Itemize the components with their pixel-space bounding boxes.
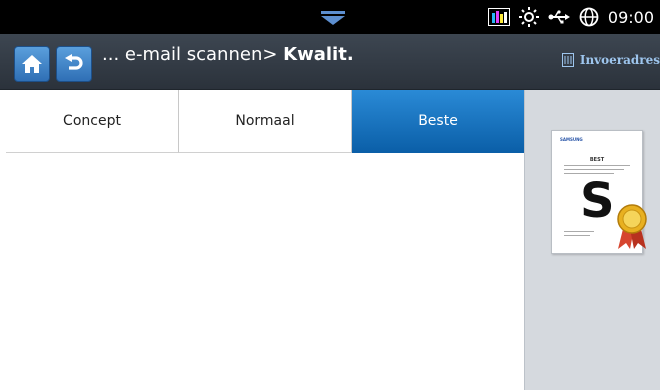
document-preview: SAMSUNG BEST S [551, 130, 647, 254]
address-book-label: Invoeradres [579, 53, 660, 67]
option-concept[interactable]: Concept [6, 90, 179, 153]
preview-letter: S [580, 173, 615, 229]
option-beste[interactable]: Beste [352, 90, 524, 153]
brightness-icon [518, 7, 539, 27]
back-button[interactable] [56, 46, 92, 82]
address-book-button[interactable]: Invoeradres [561, 53, 660, 67]
pull-down-handle-icon[interactable] [320, 10, 346, 26]
toner-level-icon [487, 8, 510, 26]
network-globe-icon [579, 7, 599, 27]
breadcrumb-current: Kwalit. [283, 44, 354, 65]
breadcrumb-path: ... e-mail scannen> [102, 44, 284, 65]
preview-title: BEST [589, 157, 605, 163]
award-ribbon-icon [617, 204, 647, 249]
back-arrow-icon [65, 54, 83, 70]
main-content: Concept Normaal Beste [0, 90, 524, 390]
breadcrumb: ... e-mail scannen> Kwalit. [102, 44, 354, 65]
option-normaal[interactable]: Normaal [179, 90, 352, 153]
address-book-icon [561, 53, 574, 67]
status-bar: 09:00 [0, 0, 660, 34]
preview-panel: SAMSUNG BEST S [524, 90, 660, 390]
usb-icon [548, 10, 570, 24]
home-button[interactable] [14, 46, 50, 82]
brand-logo: SAMSUNG [560, 137, 583, 142]
quality-options: Concept Normaal Beste [6, 90, 524, 153]
header-bar: ... e-mail scannen> Kwalit. Invoeradres [0, 34, 660, 90]
home-icon [22, 55, 42, 73]
status-time: 09:00 [607, 7, 654, 27]
